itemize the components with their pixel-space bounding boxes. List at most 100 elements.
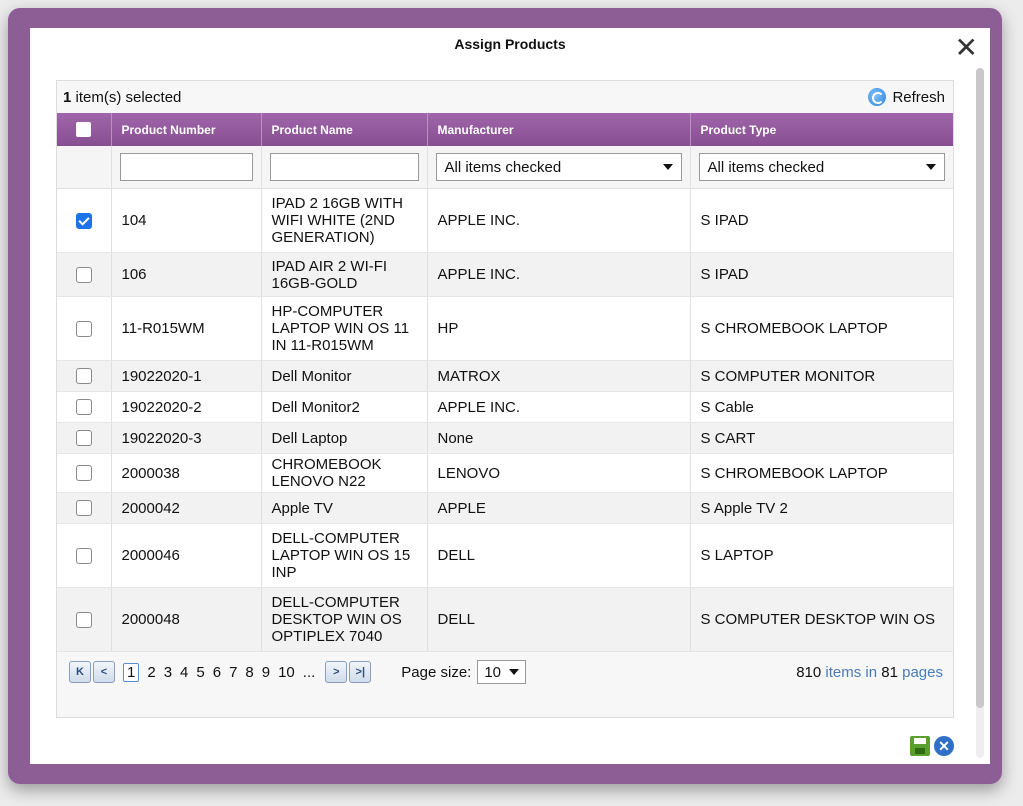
cell-product-name: IPAD 2 16GB WITH WIFI WHITE (2ND GENERAT… — [261, 188, 428, 253]
header-product-type[interactable]: Product Type — [690, 113, 953, 146]
header-row: Product Number Product Name Manufacturer… — [57, 113, 953, 146]
cell-manufacturer: APPLE — [427, 492, 691, 524]
next-page-button[interactable]: > — [325, 661, 348, 683]
row-checkbox[interactable] — [75, 399, 92, 415]
last-page-button[interactable]: >| — [349, 661, 372, 683]
product-type-filter-select[interactable]: All items checked — [698, 153, 945, 181]
page-size-select[interactable]: 10 — [477, 660, 527, 684]
page-link[interactable]: 7 — [229, 664, 237, 681]
cell-product-type: S LAPTOP — [690, 523, 954, 588]
row-checkbox[interactable] — [75, 368, 92, 384]
header-product-number[interactable]: Product Number — [111, 113, 262, 146]
row-select-cell[interactable] — [57, 252, 112, 297]
page-link[interactable]: 10 — [278, 664, 295, 681]
footer-actions: ✕ — [910, 736, 954, 756]
table-row[interactable]: 2000038 CHROMEBOOK LENOVO N22 LENOVO S CHRO… — [57, 453, 954, 493]
chevron-down-icon — [509, 669, 520, 675]
table-row[interactable]: 106 IPAD AIR 2 WI-FI 16GB-GOLD APPLE INC. S… — [57, 252, 954, 297]
pager: K < 1 2 3 4 5 6 7 8 9 10... > >| Page size: 10 81… — [57, 652, 953, 692]
cell-product-name: DELL-COMPUTER DESKTOP WIN OS OPTIPLEX 70… — [261, 587, 428, 652]
filter-manufacturer-cell: All items checked — [427, 146, 691, 189]
chevron-down-icon — [925, 164, 936, 170]
page-link[interactable]: 2 — [147, 664, 155, 681]
row-select-cell[interactable] — [57, 188, 112, 253]
selected-suffix: item(s) selected — [71, 88, 182, 106]
manufacturer-filter-select[interactable]: All items checked — [435, 153, 682, 181]
table-row[interactable]: 11-R015WM HP-COMPUTER LAPTOP WIN OS 11 IN… — [57, 296, 954, 361]
cell-product-number: 11-R015WM — [111, 296, 262, 361]
table-row[interactable]: 2000048 DELL-COMPUTER DESKTOP WIN OS OPTI… — [57, 587, 954, 652]
manufacturer-filter-value: All items checked — [444, 158, 562, 176]
cell-manufacturer: APPLE INC. — [427, 252, 691, 297]
cell-product-number: 106 — [111, 252, 262, 297]
page-link[interactable]: 4 — [180, 664, 188, 681]
row-checkbox[interactable] — [75, 500, 92, 516]
row-select-cell[interactable] — [57, 391, 112, 423]
page-size-value: 10 — [484, 663, 502, 681]
close-button[interactable]: ✕ — [955, 34, 978, 62]
row-checkbox[interactable] — [75, 547, 92, 564]
page-link[interactable]: 1 — [123, 662, 140, 682]
table-row[interactable]: 2000042 Apple TV APPLE S Apple TV 2 — [57, 492, 954, 524]
row-select-cell[interactable] — [57, 422, 112, 454]
dialog-scrollbar[interactable] — [976, 68, 984, 758]
product-name-filter-input[interactable] — [269, 153, 419, 181]
products-table: Product Number Product Name Manufacturer… — [57, 113, 954, 652]
cell-product-number: 19022020-2 — [111, 391, 262, 423]
page-link[interactable]: 8 — [245, 664, 253, 681]
page-link[interactable]: 9 — [262, 664, 270, 681]
row-select-cell[interactable] — [57, 453, 112, 493]
product-type-filter-value: All items checked — [707, 158, 825, 176]
cell-product-number: 104 — [111, 188, 262, 253]
page-link[interactable]: ... — [303, 664, 316, 681]
row-select-cell[interactable] — [57, 296, 112, 361]
cell-manufacturer: APPLE INC. — [427, 188, 691, 253]
row-select-cell[interactable] — [57, 492, 112, 524]
table-row[interactable]: 104 IPAD 2 16GB WITH WIFI WHITE (2ND GENE… — [57, 188, 954, 253]
cell-product-type: S IPAD — [690, 188, 954, 253]
table-row[interactable]: 19022020-2 Dell Monitor2 APPLE INC. S Cable — [57, 391, 954, 423]
save-icon[interactable] — [910, 736, 930, 756]
cell-manufacturer: HP — [427, 296, 691, 361]
cell-manufacturer: DELL — [427, 523, 691, 588]
row-checkbox[interactable] — [75, 430, 92, 446]
row-select-cell[interactable] — [57, 587, 112, 652]
header-product-name[interactable]: Product Name — [261, 113, 428, 146]
page-link[interactable]: 6 — [213, 664, 221, 681]
scrollbar-thumb[interactable] — [976, 68, 984, 708]
row-select-cell[interactable] — [57, 360, 112, 392]
table-row[interactable]: 19022020-3 Dell Laptop None S CART — [57, 422, 954, 454]
products-grid: 1 item(s) selected Refresh Product Numbe… — [56, 80, 954, 718]
select-all-checkbox[interactable] — [76, 122, 92, 137]
table-row[interactable]: 19022020-1 Dell Monitor MATROX S COMPUTER M… — [57, 360, 954, 392]
page-info: 810 items in 81 pages — [796, 664, 943, 681]
refresh-label: Refresh — [892, 88, 945, 106]
page-link[interactable]: 5 — [196, 664, 204, 681]
refresh-button[interactable]: Refresh — [868, 88, 945, 106]
row-checkbox[interactable] — [75, 212, 92, 229]
selection-status: 1 item(s) selected — [63, 89, 181, 106]
product-number-filter-input[interactable] — [119, 153, 253, 181]
first-page-button[interactable]: K — [69, 661, 91, 683]
cell-product-type: S Cable — [690, 391, 954, 423]
row-checkbox[interactable] — [75, 266, 92, 283]
page-link[interactable]: 3 — [164, 664, 172, 681]
total-items: 810 — [796, 663, 822, 681]
table-row[interactable]: 2000046 DELL-COMPUTER LAPTOP WIN OS 15 IN… — [57, 523, 954, 588]
row-checkbox[interactable] — [75, 611, 92, 628]
select-all-header[interactable] — [57, 113, 112, 146]
page-size-control: Page size: 10 — [401, 660, 527, 684]
prev-page-button[interactable]: < — [93, 661, 115, 683]
filter-product-type-cell: All items checked — [690, 146, 954, 189]
cancel-icon[interactable]: ✕ — [934, 736, 954, 756]
row-checkbox[interactable] — [75, 465, 92, 481]
cell-product-number: 19022020-1 — [111, 360, 262, 392]
cell-product-type: S CART — [690, 422, 954, 454]
items-in-text: items in — [821, 663, 882, 681]
row-checkbox[interactable] — [75, 320, 92, 337]
cell-product-name: HP-COMPUTER LAPTOP WIN OS 11 IN 11-R015W… — [261, 296, 428, 361]
filter-row: All items checked All items checked — [57, 146, 954, 189]
row-select-cell[interactable] — [57, 523, 112, 588]
header-manufacturer[interactable]: Manufacturer — [427, 113, 691, 146]
cell-product-type: S COMPUTER DESKTOP WIN OS — [690, 587, 954, 652]
